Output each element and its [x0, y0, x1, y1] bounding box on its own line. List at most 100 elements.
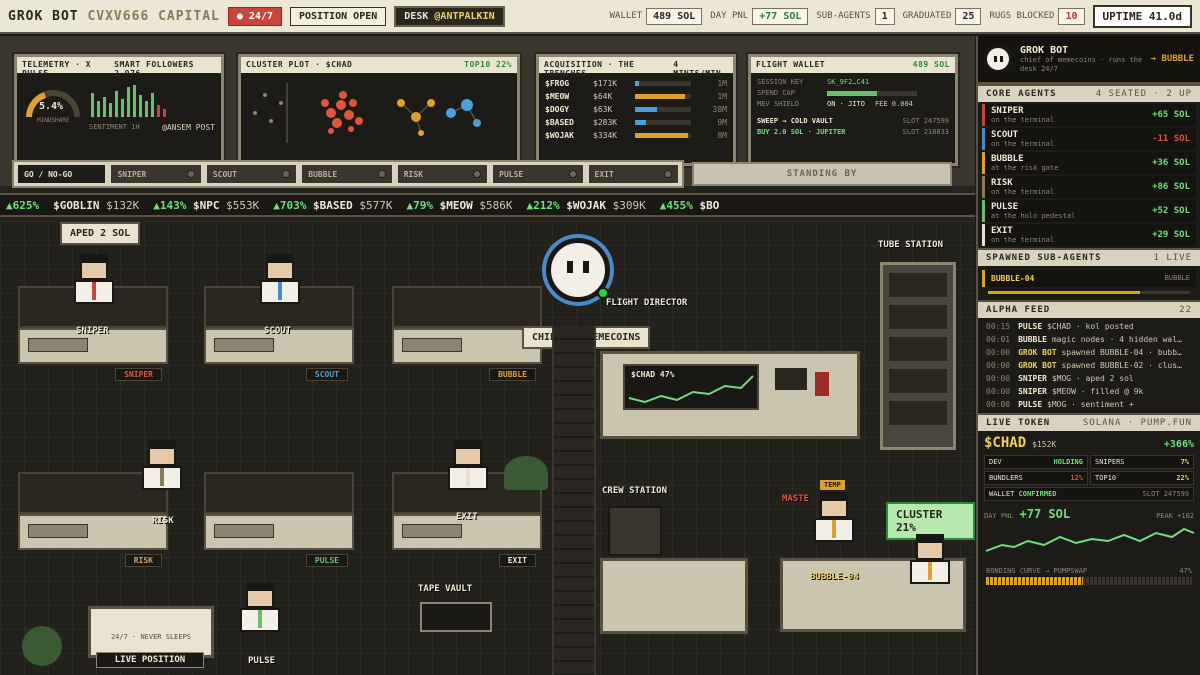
crew-station-label: CREW STATION	[602, 486, 668, 496]
ticker-item[interactable]: ▲455% $BO	[660, 199, 720, 212]
grok-bot-avatar[interactable]	[546, 238, 610, 302]
ticker-item[interactable]: ▲79% $MEOW $586K	[406, 199, 512, 212]
control-sniper-button[interactable]: SNIPER	[111, 165, 201, 183]
telemetry-title: TELEMETRY · X PULSE	[22, 60, 92, 78]
flight-balance: 489 SOL	[912, 60, 950, 69]
graduated-label: GRADUATED	[902, 11, 952, 21]
snipers-value: 7%	[1180, 458, 1189, 466]
feed-author: PULSE	[1018, 400, 1043, 409]
acquisition-row[interactable]: $BASED $283K 9M	[545, 116, 727, 129]
bubble-desk[interactable]: BUBBLE	[392, 286, 542, 381]
feed-message: $CHAD · kol posted	[1047, 322, 1134, 331]
sniper-agent[interactable]	[72, 254, 116, 310]
feed-time: 00:00	[986, 348, 1011, 357]
bonding-fill	[986, 577, 1083, 585]
exit-agent-label: EXIT	[456, 512, 478, 522]
control-risk-button[interactable]: RISK	[397, 165, 488, 183]
pulse-desk[interactable]: PULSE	[204, 472, 354, 567]
acquisition-row[interactable]: $WOJAK $334K 8M	[545, 129, 727, 142]
sniper-desk-label: SNIPER	[115, 368, 162, 381]
desk-label: DESK	[404, 10, 429, 22]
ticker-item[interactable]: ▲212% $WOJAK $309K	[526, 199, 645, 212]
agent-head	[80, 254, 108, 280]
ticker-pct: ▲143%	[153, 198, 187, 212]
cluster-top10: TOP10 22%	[464, 60, 512, 69]
agent-row[interactable]: BUBBLE at the risk gate +36 SOL	[982, 152, 1196, 174]
rugs-label: RUGS BLOCKED	[989, 11, 1055, 21]
acq-mc: $64K	[593, 92, 613, 101]
agent-name: PULSE	[991, 202, 1019, 212]
tape-vault-terminal[interactable]	[420, 602, 492, 632]
daypnl-value: +77 SOL	[752, 7, 809, 25]
flight-wallet-panel: FLIGHT WALLET 489 SOL SESSION KEY SK_9F2…C…	[748, 54, 958, 166]
ticker-item[interactable]: ▲143% $NPC $553K	[153, 199, 259, 212]
acquisition-row[interactable]: $FROG $171K 1M	[545, 77, 727, 90]
gonogo-button[interactable]: GO / NO-GO	[18, 165, 106, 183]
status-dot-icon	[663, 170, 672, 178]
ticker-mc: $577K	[359, 198, 393, 212]
spawned-progress-fill	[988, 291, 1140, 294]
agent-row[interactable]: SNIPER on the terminal +65 SOL	[982, 104, 1196, 126]
control-exit-button[interactable]: EXIT	[588, 165, 678, 183]
conveyor-track	[552, 326, 596, 675]
agent-row[interactable]: RISK on the terminal +86 SOL	[982, 176, 1196, 198]
agent-status: on the terminal	[991, 236, 1055, 244]
live-token-title: LIVE TOKEN	[986, 418, 1051, 428]
acq-mc: $171K	[593, 79, 618, 88]
agent-row[interactable]: SCOUT on the terminal -11 SOL	[982, 128, 1196, 150]
acquisition-row[interactable]: $DOGY $63K 38M	[545, 103, 727, 116]
live-position-button[interactable]: LIVE POSITION	[96, 652, 204, 668]
top10-label: TOP10	[1095, 474, 1117, 482]
agent-status: on the terminal	[991, 188, 1055, 196]
agent-head	[820, 492, 848, 518]
ticker-item[interactable]: ▲625%	[6, 199, 39, 212]
pulse-agent[interactable]	[238, 582, 282, 638]
control-scout-button[interactable]: SCOUT	[206, 165, 297, 183]
control-bubble-button[interactable]: BUBBLE	[302, 165, 392, 183]
keyboard	[28, 524, 88, 538]
ticker-item[interactable]: $GOBLIN $132K	[53, 199, 139, 212]
agent-head	[454, 440, 482, 466]
ticker-symbol: $BASED	[312, 198, 353, 212]
spawned-header: SPAWNED SUB-AGENTS 1 LIVE	[978, 248, 1200, 266]
feed-message: spawned BUBBLE-04 · bubb…	[1061, 348, 1182, 357]
desk-handle-button[interactable]: DESK @ANTPALKIN	[394, 5, 505, 27]
grok-header: GROK BOT chief of memecoins · runs the d…	[978, 36, 1200, 84]
exit-desk-label: EXIT	[498, 554, 536, 567]
price-ticker: ▲625% $GOBLIN $132K ▲143% $NPC $553K ▲703%…	[0, 193, 975, 217]
ticker-pct: ▲455%	[659, 198, 693, 212]
exit-agent[interactable]	[446, 440, 490, 496]
brand: GROK BOT CVXV666 CAPITAL	[8, 9, 220, 24]
console-button[interactable]	[815, 372, 829, 396]
agent-row[interactable]: EXIT on the terminal +29 SOL	[982, 224, 1196, 246]
feed-time: 00:00	[986, 374, 1011, 383]
spawned-agent-row[interactable]: BUBBLE-04 BUBBLE	[982, 270, 1196, 287]
feed-message: $MOG · sentiment +	[1047, 400, 1134, 409]
ticker-item[interactable]: ▲703% $BASED $577K	[273, 199, 392, 212]
position-open-button[interactable]: POSITION OPEN	[290, 6, 387, 26]
agent-head	[148, 440, 176, 466]
bonding-curve: BONDING CURVE → PUMPSWAP 47%	[978, 565, 1200, 587]
control-pulse-button[interactable]: PULSE	[493, 165, 583, 183]
wallet-confirm-label: WALLET	[989, 490, 1015, 498]
bubble-agent[interactable]	[908, 534, 952, 590]
risk-agent[interactable]	[140, 440, 184, 496]
wallet-stat: WALLET 489 SOL	[610, 7, 703, 25]
subagents-label: SUB-AGENTS	[816, 11, 871, 21]
bubble04-agent[interactable]	[812, 492, 856, 548]
acq-bar	[635, 94, 691, 99]
scout-agent[interactable]	[258, 254, 302, 310]
desk-handle: @ANTPALKIN	[434, 10, 495, 22]
acquisition-row[interactable]: $MEOW $64K 1M	[545, 90, 727, 103]
dev-label: DEV	[989, 458, 1002, 466]
master-tag: MASTE	[782, 494, 810, 504]
ticker-mc: $553K	[226, 198, 260, 212]
mindshare-value: 5.4%	[39, 101, 64, 112]
eye-icon	[994, 56, 997, 62]
eye-icon	[583, 261, 589, 273]
agent-pnl: +65 SOL	[1152, 110, 1190, 120]
feed-time: 00:01	[986, 335, 1011, 344]
trading-floor-scene: TELEMETRY · X PULSE SMART FOLLOWERS 2,976…	[0, 36, 975, 675]
agent-row[interactable]: PULSE at the holo pedestal +52 SOL	[982, 200, 1196, 222]
feed-author: SNIPER	[1018, 387, 1047, 396]
